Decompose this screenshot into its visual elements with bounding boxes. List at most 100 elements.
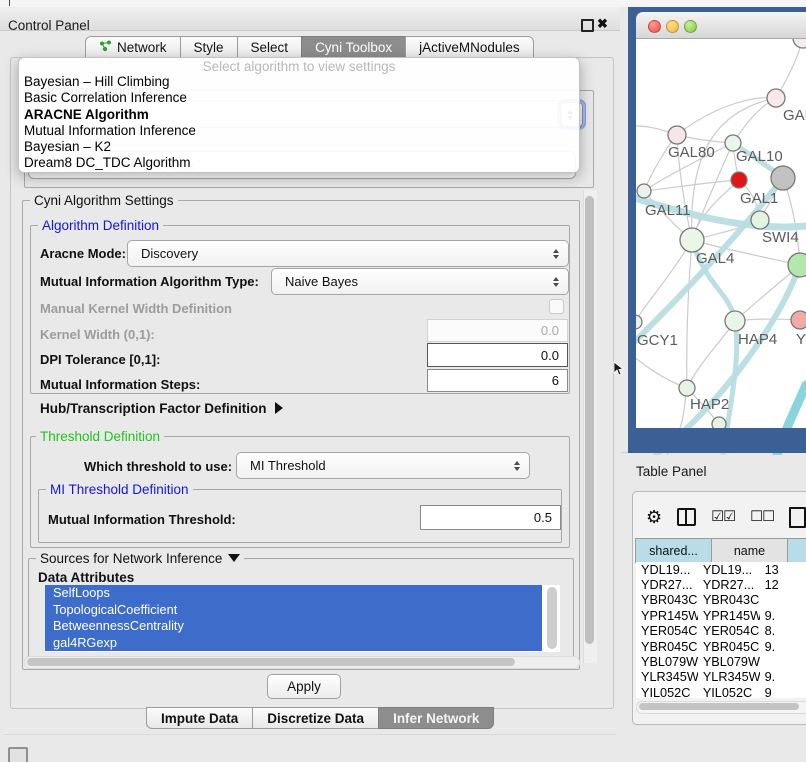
cursor-tick bbox=[9, 0, 10, 6]
algorithm-option-bayesian-k2[interactable]: Bayesian – K2 bbox=[19, 139, 579, 155]
tab-label: Discretize Data bbox=[267, 711, 364, 726]
attribute-item-gal4rgexp[interactable]: gal4RGexp bbox=[45, 635, 542, 652]
table-cell: YDR27... bbox=[698, 578, 760, 592]
table-cell: 9. bbox=[760, 640, 806, 654]
network-window-titlebar[interactable] bbox=[636, 12, 806, 39]
minimized-panel-icon[interactable] bbox=[8, 747, 28, 762]
which-threshold-value: MI Threshold bbox=[237, 458, 508, 473]
network-node-gal[interactable] bbox=[767, 89, 785, 107]
split-columns-icon[interactable] bbox=[677, 508, 696, 526]
attribute-item-betweennesscentrality[interactable]: BetweennessCentrality bbox=[45, 618, 542, 635]
tab-cyni-toolbox[interactable]: Cyni Toolbox bbox=[301, 36, 406, 58]
attribute-item-selfloops[interactable]: SelfLoops bbox=[45, 585, 542, 602]
table-row[interactable]: YBL079WYBL079W bbox=[636, 654, 806, 669]
network-node-gal80[interactable] bbox=[668, 126, 686, 144]
table-row[interactable]: YER054CYER054C8. bbox=[636, 624, 806, 639]
kernel-width-label: Kernel Width (0,1): bbox=[40, 327, 155, 342]
table-cell: YDL19... bbox=[636, 563, 698, 577]
node-label: GAL4 bbox=[696, 250, 734, 267]
tab-jactivemnodules[interactable]: jActiveMNodules bbox=[405, 36, 534, 58]
algorithm-option-bayesian-hill-climbing[interactable]: Bayesian – Hill Climbing bbox=[19, 74, 579, 90]
network-node-gal11[interactable] bbox=[637, 184, 651, 198]
tab-style[interactable]: Style bbox=[180, 36, 238, 58]
aracne-mode-value: Discovery bbox=[128, 246, 547, 261]
table-row[interactable]: YDL19...YDL19...13 bbox=[636, 562, 806, 577]
list-vertical-scrollbar[interactable] bbox=[547, 587, 557, 649]
tab-network[interactable]: Network bbox=[85, 36, 181, 58]
table-scroll-thumb[interactable] bbox=[639, 703, 799, 710]
network-node-hap4[interactable] bbox=[725, 311, 745, 331]
network-edge bbox=[783, 178, 800, 265]
apply-button[interactable]: Apply bbox=[267, 674, 341, 699]
table-row[interactable]: YIL052CYIL052C9 bbox=[636, 685, 806, 698]
node-label: HAP2 bbox=[690, 396, 729, 413]
which-threshold-combo[interactable]: MI Threshold bbox=[236, 452, 530, 479]
table-row[interactable]: YPR145WYPR145W9. bbox=[636, 608, 806, 623]
expand-right-icon bbox=[275, 402, 283, 414]
tab-select[interactable]: Select bbox=[237, 36, 303, 58]
algorithm-option-mutual-information-inference[interactable]: Mutual Information Inference bbox=[19, 123, 579, 139]
aracne-mode-label: Aracne Mode: bbox=[40, 246, 126, 261]
checked-columns-icon[interactable]: ☑☑ bbox=[711, 509, 735, 525]
network-edge bbox=[687, 240, 692, 388]
column-header-a[interactable]: A bbox=[787, 538, 806, 563]
table-header: shared...nameA bbox=[636, 538, 806, 563]
table-cell: YBL079W bbox=[698, 655, 760, 669]
column-header-name[interactable]: name bbox=[711, 538, 788, 563]
algorithm-popup: Select algorithm to view settings Bayesi… bbox=[18, 57, 580, 173]
aracne-mode-combo[interactable]: Discovery bbox=[127, 240, 569, 267]
table-row[interactable]: YLR345WYLR345W9. bbox=[636, 670, 806, 685]
network-node[interactable] bbox=[731, 172, 747, 188]
network-node-swi4[interactable] bbox=[788, 253, 806, 277]
tab-impute-data[interactable]: Impute Data bbox=[146, 707, 253, 729]
network-node-hap2[interactable] bbox=[679, 380, 695, 396]
table-cell: YDL19... bbox=[698, 563, 760, 577]
mi-algorithm-type-combo[interactable]: Naive Bayes bbox=[271, 268, 569, 295]
network-node-gal1[interactable] bbox=[751, 211, 769, 229]
close-panel-icon[interactable]: ✖ bbox=[597, 16, 608, 32]
data-attributes-list[interactable]: SelfLoopsTopologicalCoefficientBetweenne… bbox=[45, 585, 560, 652]
algorithm-option-aracne-algorithm[interactable]: ARACNE Algorithm bbox=[19, 107, 579, 123]
network-node-gal4[interactable] bbox=[680, 228, 704, 252]
node-label: Y bbox=[796, 331, 806, 348]
node-label: GAL bbox=[783, 107, 806, 124]
tab-discretize-data[interactable]: Discretize Data bbox=[252, 707, 379, 729]
close-window-icon[interactable] bbox=[648, 20, 661, 33]
tab-infer-network[interactable]: Infer Network bbox=[378, 707, 494, 729]
float-window-icon[interactable] bbox=[581, 19, 594, 32]
mi-threshold-label: Mutual Information Threshold: bbox=[48, 512, 236, 527]
create-table-icon[interactable] bbox=[789, 507, 806, 528]
table-cell: YLR345W bbox=[698, 670, 760, 684]
table-row[interactable]: YDR27...YDR27...12 bbox=[636, 577, 806, 592]
zoom-window-icon[interactable] bbox=[684, 20, 697, 33]
algorithm-option-basic-correlation-inference[interactable]: Basic Correlation Inference bbox=[19, 90, 579, 106]
column-header-shared-[interactable]: shared... bbox=[635, 538, 712, 563]
algorithm-option-dream8-dc-tdc-algorithm[interactable]: Dream8 DC_TDC Algorithm bbox=[19, 155, 579, 171]
mi-steps-label: Mutual Information Steps: bbox=[40, 377, 200, 392]
cyni-algorithm-settings-title: Cyni Algorithm Settings bbox=[30, 193, 178, 208]
kernel-width-input[interactable]: 0.0 bbox=[427, 319, 568, 342]
network-node-y[interactable] bbox=[791, 311, 806, 329]
table-cell: YBL079W bbox=[636, 655, 698, 669]
network-graph[interactable]: GALGAL80GAL10GAL1GAL11GAL4SWI4GCY1HAP4YH… bbox=[628, 0, 806, 455]
table-cell: 13 bbox=[760, 563, 806, 577]
network-node[interactable] bbox=[771, 166, 795, 190]
manual-kernel-width-checkbox[interactable] bbox=[549, 299, 564, 314]
sources-group-title[interactable]: Sources for Network Inference bbox=[36, 551, 244, 566]
mi-steps-input[interactable]: 6 bbox=[427, 369, 568, 392]
tab-label: Network bbox=[117, 40, 167, 55]
hub-definition-toggle[interactable]: Hub/Transcription Factor Definition bbox=[40, 401, 283, 416]
dpi-tolerance-input[interactable]: 0.0 bbox=[427, 343, 568, 367]
table-row[interactable]: YBR045CYBR045C9. bbox=[636, 639, 806, 654]
vertical-scroll-thumb[interactable] bbox=[585, 196, 594, 644]
table-row[interactable]: YBR043CYBR043C bbox=[636, 593, 806, 608]
horizontal-scroll-thumb[interactable] bbox=[27, 658, 515, 666]
kernel-width-value: 0.0 bbox=[541, 323, 559, 338]
minimize-window-icon[interactable] bbox=[666, 20, 679, 33]
attribute-item-topologicalcoefficient[interactable]: TopologicalCoefficient bbox=[45, 602, 542, 619]
settings-gear-icon[interactable]: ⚙ bbox=[646, 507, 662, 528]
node-label: SWI4 bbox=[762, 229, 799, 246]
unchecked-columns-icon[interactable]: ☐☐ bbox=[750, 509, 774, 525]
mi-threshold-input[interactable]: 0.5 bbox=[420, 505, 561, 530]
node-label: GAL1 bbox=[740, 190, 778, 207]
